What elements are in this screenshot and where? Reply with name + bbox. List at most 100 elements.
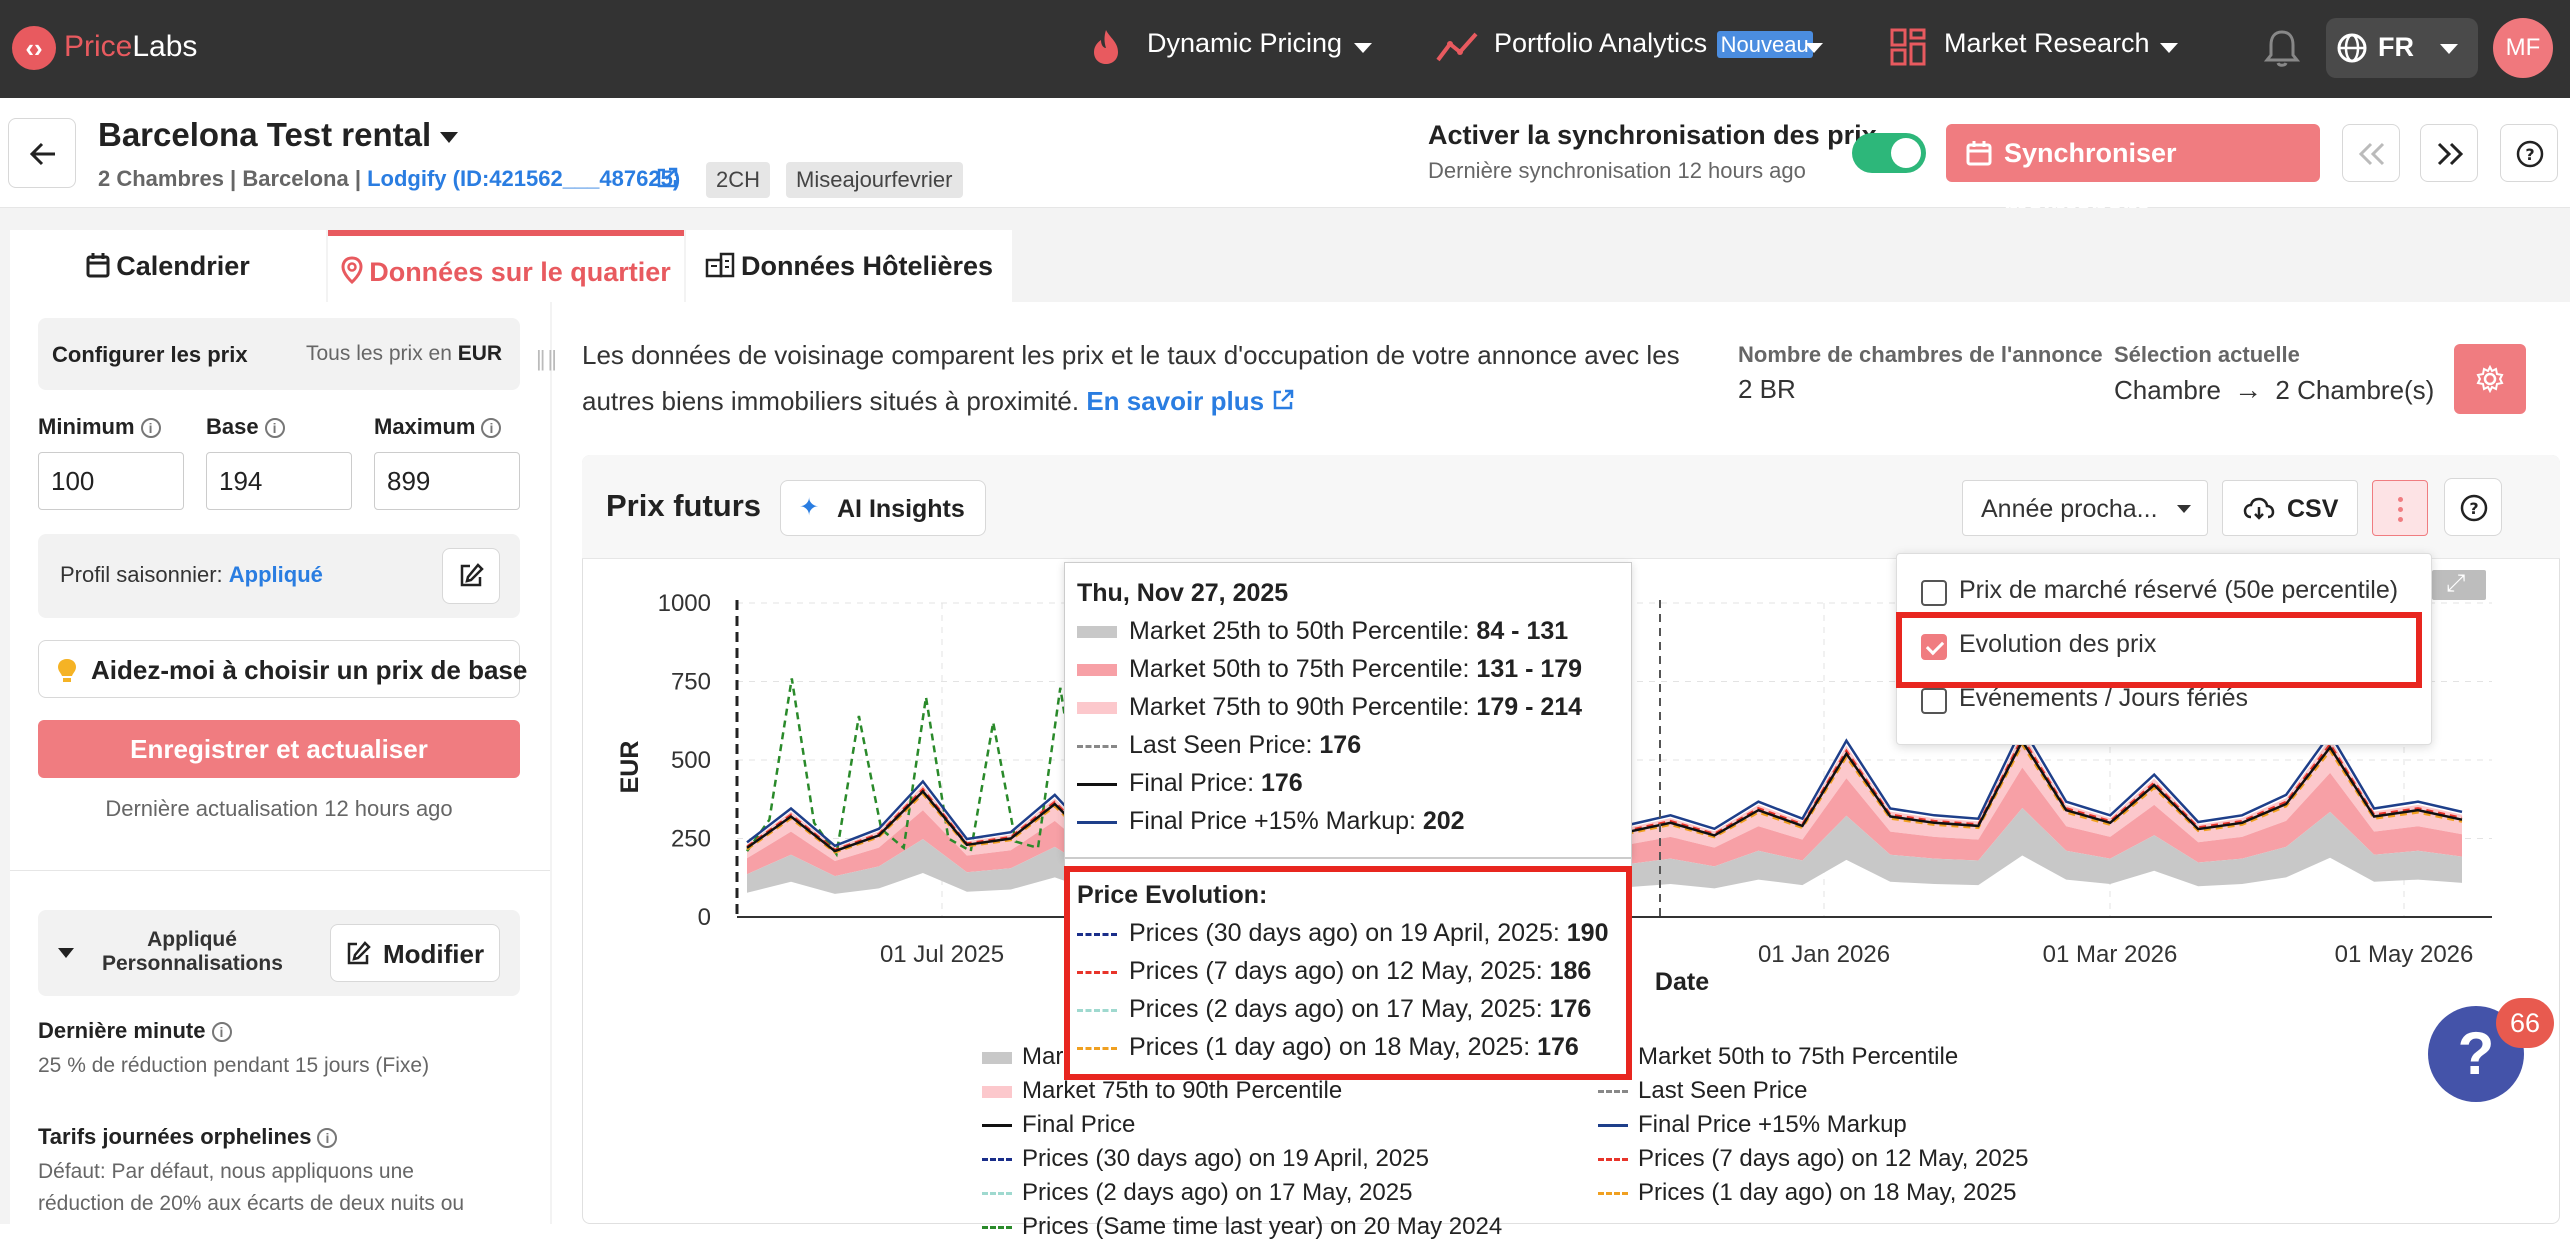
chevron-down-icon[interactable]	[1805, 43, 1823, 53]
rooms-label: Nombre de chambres de l'annonce	[1738, 342, 2103, 367]
tab-hotel[interactable]: Données Hôtelières	[686, 230, 1012, 302]
expand-chart-button[interactable]: ⤢	[2432, 570, 2486, 600]
legend-item[interactable]: Last Seen Price	[1598, 1077, 1807, 1105]
info-icon[interactable]: i	[264, 418, 285, 439]
min-price-input[interactable]: 100	[38, 452, 184, 510]
legend-label: Prices (30 days ago) on 19 April, 2025	[1022, 1145, 1429, 1172]
legend-swatch	[1077, 820, 1117, 824]
legend-item[interactable]: Prices (30 days ago) on 19 April, 2025	[982, 1145, 1429, 1173]
nav-portfolio-analytics[interactable]: Portfolio Analytics Nouveau	[1494, 28, 1813, 59]
listing-title-text: Barcelona Test rental	[98, 116, 432, 153]
language-selector[interactable]: FR	[2326, 18, 2478, 78]
next-listing-button[interactable]	[2420, 124, 2478, 182]
info-icon[interactable]: i	[140, 418, 161, 439]
edit-seasonal-button[interactable]	[442, 548, 500, 604]
grid-icon	[1890, 28, 1926, 66]
config-currency-code: EUR	[457, 342, 503, 365]
help-base-price-button[interactable]: Aidez-moi à choisir un prix de base	[38, 640, 527, 698]
option-booked-price[interactable]: Prix de marché réservé (50e percentile)	[1959, 576, 2398, 605]
chart-help-button[interactable]: ?	[2444, 478, 2502, 536]
period-select[interactable]: Année procha...	[1962, 480, 2208, 536]
legend-item[interactable]: Prices (1 day ago) on 18 May, 2025	[1598, 1179, 2016, 1207]
legend-label: Market 75th to 90th Percentile	[1022, 1077, 1343, 1104]
learn-more-link[interactable]: En savoir plus	[1086, 386, 1264, 416]
lodgify-link[interactable]: Lodgify (ID:421562___487625)	[367, 166, 680, 191]
tooltip-label: Final Price:	[1129, 769, 1261, 797]
prev-listing-button[interactable]	[2342, 124, 2400, 182]
help-button[interactable]: ?	[2500, 124, 2558, 182]
external-link-icon[interactable]	[1271, 388, 1295, 412]
legend-item[interactable]: Market 75th to 90th Percentile	[982, 1077, 1342, 1105]
listing-title[interactable]: Barcelona Test rental	[98, 116, 459, 154]
avatar[interactable]: MF	[2493, 18, 2553, 78]
option-events[interactable]: Événements / Jours fériés	[1959, 684, 2248, 713]
back-button[interactable]	[8, 118, 76, 188]
tab-calendar[interactable]: Calendrier	[10, 230, 326, 302]
legend-item[interactable]: Market 50th to 75th Percentile	[1598, 1043, 1958, 1071]
last-update-text: Dernière actualisation 12 hours ago	[105, 796, 453, 821]
legend-swatch	[1077, 702, 1117, 715]
nav-portfolio-label: Portfolio Analytics	[1494, 28, 1708, 58]
sync-toggle[interactable]	[1852, 133, 1926, 173]
chevron-down-icon[interactable]	[58, 948, 74, 958]
base-label: Base i	[206, 414, 285, 440]
checkbox-booked-price[interactable]	[1921, 580, 1947, 606]
checkbox-events[interactable]	[1921, 688, 1947, 714]
modify-label: Modifier	[383, 939, 485, 969]
x-axis-label: Date	[1655, 968, 1709, 996]
more-options-button[interactable]	[2372, 480, 2428, 536]
language-code: FR	[2378, 32, 2414, 62]
modify-button[interactable]: Modifier	[330, 924, 500, 982]
legend-swatch	[1598, 1192, 1628, 1196]
base-price-input[interactable]: 194	[206, 452, 352, 510]
x-tick-label: 01 May 2026	[2335, 941, 2474, 968]
ai-insights-button[interactable]: ✦ AI Insights	[780, 480, 986, 536]
x-tick-label: 01 Mar 2026	[2043, 941, 2178, 968]
nav-dynamic-pricing[interactable]: Dynamic Pricing	[1147, 28, 1342, 59]
sync-now-button[interactable]: Synchroniser maintenant	[1946, 124, 2320, 226]
legend-item[interactable]: Final Price	[982, 1111, 1135, 1139]
tooltip-row: Last Seen Price: 176	[1077, 731, 1361, 760]
info-icon[interactable]: i	[481, 418, 502, 439]
legend-item[interactable]: Prices (2 days ago) on 17 May, 2025	[982, 1179, 1412, 1207]
tab-neighborhood[interactable]: Données sur le quartier	[328, 230, 684, 302]
pricelabs-logo[interactable]: PriceLabs	[64, 30, 197, 64]
logo-price-text: Price	[64, 30, 133, 63]
chevron-down-icon[interactable]	[1354, 43, 1372, 53]
intro-text-2: autres biens immobiliers situés à proxim…	[582, 386, 1295, 417]
bell-icon[interactable]	[2264, 28, 2300, 68]
max-price-input[interactable]: 899	[374, 452, 520, 510]
max-label-text: Maximum	[374, 414, 476, 439]
legend-item[interactable]: Prices (Same time last year) on 20 May 2…	[982, 1213, 1502, 1241]
intro-text-2-label: autres biens immobiliers situés à proxim…	[582, 386, 1080, 416]
legend-swatch	[1598, 1124, 1628, 1128]
pricelabs-logo-icon[interactable]: ‹›	[12, 26, 56, 70]
top-navbar: ‹› PriceLabs Dynamic Pricing Portfolio A…	[0, 0, 2570, 98]
legend-item[interactable]: Prices (7 days ago) on 12 May, 2025	[1598, 1145, 2028, 1173]
external-link-icon[interactable]	[655, 166, 679, 190]
gear-icon	[2476, 365, 2504, 393]
nav-market-research[interactable]: Market Research	[1944, 28, 2150, 59]
panel-resize-handle[interactable]: || ||	[536, 346, 557, 372]
y-tick-label: 250	[671, 826, 711, 853]
save-refresh-button[interactable]: Enregistrer et actualiser	[38, 720, 520, 778]
selection-label: Sélection actuelle	[2114, 342, 2300, 367]
legend-label: Last Seen Price	[1638, 1077, 1808, 1104]
x-tick-label: 01 Jul 2025	[880, 941, 1004, 968]
legend-swatch	[982, 1226, 1012, 1230]
seasonal-label: Profil saisonnier:	[60, 562, 223, 587]
csv-button[interactable]: CSV	[2222, 480, 2358, 536]
tooltip-value: 176	[1319, 731, 1362, 759]
legend-item[interactable]: Final Price +15% Markup	[1598, 1111, 1907, 1139]
info-icon[interactable]: i	[211, 1022, 232, 1043]
chevron-down-icon[interactable]	[2160, 43, 2178, 53]
kebab-icon-dot	[2398, 517, 2403, 522]
seasonal-value-link[interactable]: Appliqué	[229, 562, 323, 587]
info-icon[interactable]: i	[317, 1128, 338, 1149]
logo-labs-text: Labs	[132, 30, 198, 63]
tab-neighborhood-label: Données sur le quartier	[369, 257, 671, 287]
question-circle-icon: ?	[2516, 140, 2544, 168]
selection-to: 2 Chambre(s)	[2275, 375, 2435, 405]
settings-button[interactable]	[2454, 344, 2526, 414]
legend-swatch	[1598, 1158, 1628, 1162]
